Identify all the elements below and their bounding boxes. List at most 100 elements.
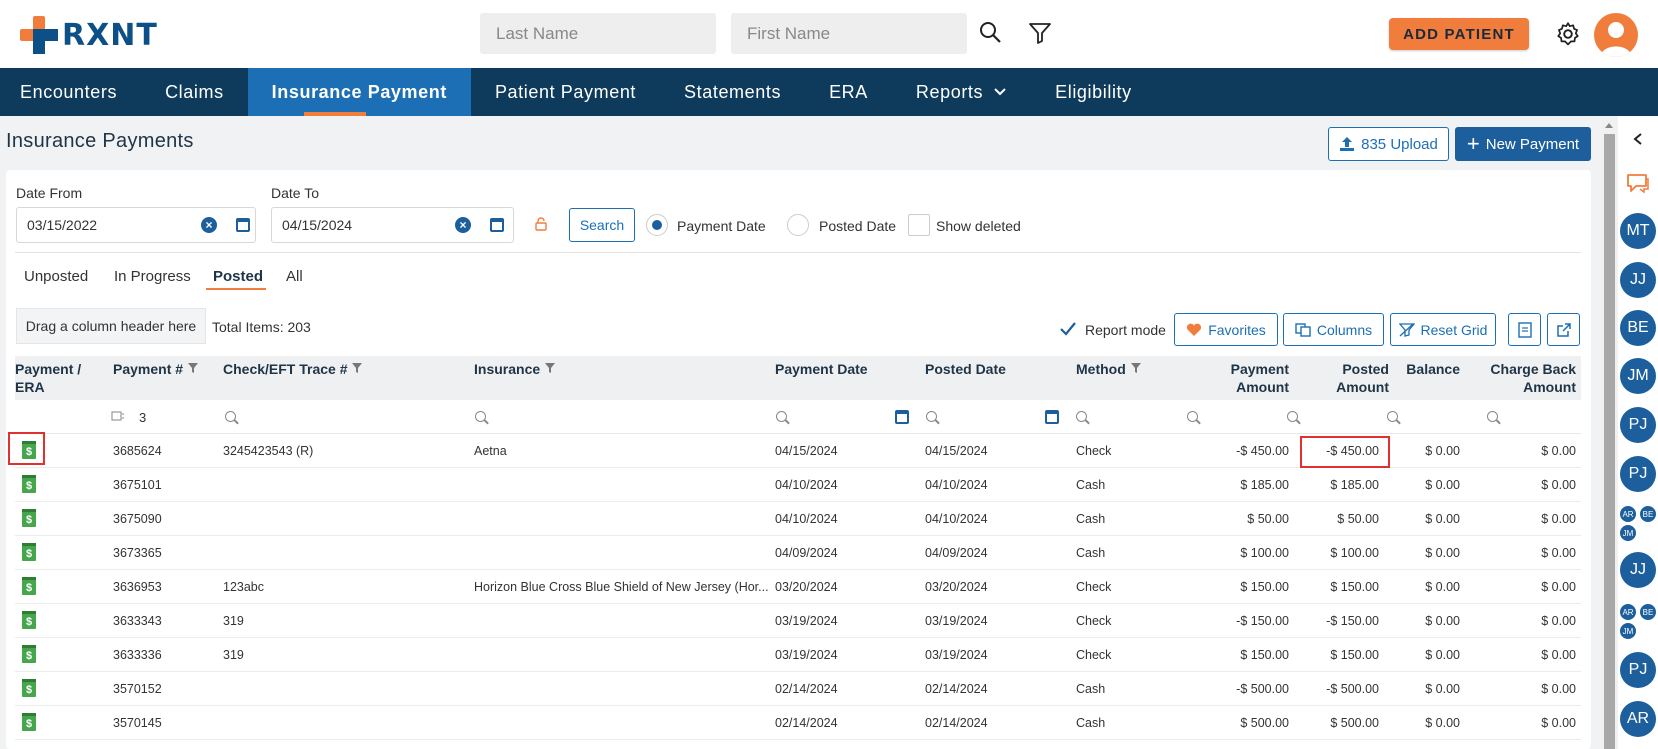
- payment-date-radio[interactable]: [646, 214, 668, 236]
- number-filter-icon[interactable]: [111, 410, 125, 422]
- rxnt-logo[interactable]: RXNT: [20, 16, 158, 54]
- search-button[interactable]: Search: [569, 208, 635, 242]
- table-row[interactable]: $3675101 04/10/2024 04/10/2024 Cash $ 185.00…: [15, 468, 1581, 502]
- date-from-input[interactable]: 03/15/2022: [16, 207, 256, 243]
- posted-date-radio[interactable]: [787, 214, 809, 236]
- group-avatar[interactable]: AR: [1620, 604, 1636, 620]
- payment-no-filter-value[interactable]: 3: [139, 410, 146, 425]
- clear-date-from-icon[interactable]: ×: [201, 217, 217, 233]
- nav-era[interactable]: ERA: [805, 68, 892, 116]
- user-avatar[interactable]: [1594, 13, 1638, 57]
- search-icon[interactable]: [1287, 411, 1298, 422]
- column-filter-icon[interactable]: [187, 362, 199, 374]
- reset-grid-button[interactable]: Reset Grid: [1390, 313, 1496, 346]
- scroll-up-arrow[interactable]: [1605, 123, 1613, 128]
- search-icon[interactable]: [978, 20, 1004, 46]
- nav-patient-payment[interactable]: Patient Payment: [471, 68, 660, 116]
- col-balance[interactable]: Balance: [1406, 360, 1460, 378]
- tab-in-progress[interactable]: In Progress: [114, 268, 191, 285]
- search-icon[interactable]: [1487, 411, 1498, 422]
- calendar-icon[interactable]: [236, 218, 250, 232]
- export-button[interactable]: [1547, 313, 1580, 346]
- nav-claims[interactable]: Claims: [141, 68, 248, 116]
- payment-document-icon[interactable]: $: [22, 509, 36, 527]
- contact-avatar[interactable]: PJ: [1620, 456, 1656, 492]
- group-avatar[interactable]: AR: [1620, 506, 1636, 522]
- nav-eligibility[interactable]: Eligibility: [1031, 68, 1156, 116]
- search-icon[interactable]: [1187, 411, 1198, 422]
- last-name-input[interactable]: [480, 13, 716, 54]
- col-chargeback[interactable]: Charge Back Amount: [1490, 360, 1576, 396]
- calendar-icon[interactable]: [1045, 410, 1059, 424]
- col-posted-amount[interactable]: Posted Amount: [1336, 360, 1389, 396]
- col-payment-amount[interactable]: Payment Amount: [1231, 360, 1289, 396]
- report-mode-check-icon[interactable]: [1059, 321, 1077, 337]
- col-payment-date[interactable]: Payment Date: [775, 360, 868, 378]
- scrollbar-thumb[interactable]: [1604, 134, 1615, 749]
- tab-all[interactable]: All: [286, 268, 303, 285]
- group-avatar[interactable]: JM: [1620, 525, 1636, 541]
- payment-document-icon[interactable]: $: [22, 543, 36, 561]
- upload-835-button[interactable]: 835 Upload: [1328, 127, 1449, 161]
- table-row[interactable]: $3636953 123abc Horizon Blue Cross Blue Sh…: [15, 570, 1581, 604]
- table-row[interactable]: $3570152 02/14/2024 02/14/2024 Cash -$ 500.0…: [15, 672, 1581, 706]
- column-filter-icon[interactable]: [351, 362, 363, 374]
- add-patient-button[interactable]: ADD PATIENT: [1389, 18, 1529, 50]
- export-pdf-button[interactable]: [1508, 313, 1541, 346]
- group-avatar[interactable]: JM: [1620, 623, 1636, 639]
- columns-button[interactable]: Columns: [1283, 313, 1384, 346]
- table-row[interactable]: $3633343 319 03/19/2024 03/19/2024 Check -$ 1…: [15, 604, 1581, 638]
- vertical-scrollbar[interactable]: [1601, 120, 1618, 749]
- table-row[interactable]: $3570145 02/14/2024 02/14/2024 Cash $ 500.00…: [15, 706, 1581, 740]
- nav-reports[interactable]: Reports: [892, 68, 1031, 116]
- chevron-left-icon[interactable]: [1632, 132, 1644, 146]
- search-icon[interactable]: [225, 411, 236, 422]
- search-icon[interactable]: [926, 411, 937, 422]
- contact-avatar[interactable]: MT: [1620, 213, 1656, 249]
- first-name-input[interactable]: [731, 13, 967, 54]
- show-deleted-checkbox[interactable]: [908, 214, 930, 236]
- tab-posted[interactable]: Posted: [213, 268, 263, 285]
- nav-insurance-payment[interactable]: Insurance Payment: [247, 68, 471, 116]
- payment-document-icon[interactable]: $: [22, 611, 36, 629]
- col-posted-date[interactable]: Posted Date: [925, 360, 1006, 378]
- filter-icon[interactable]: [1027, 20, 1053, 46]
- chat-icon[interactable]: [1626, 172, 1650, 194]
- payment-document-icon[interactable]: $: [22, 577, 36, 595]
- group-avatar[interactable]: BE: [1640, 506, 1656, 522]
- contact-avatar[interactable]: AR: [1620, 701, 1656, 737]
- payment-document-icon[interactable]: $: [22, 679, 36, 697]
- table-row[interactable]: $3675090 04/10/2024 04/10/2024 Cash $ 50.00 $…: [15, 502, 1581, 536]
- contact-avatar[interactable]: PJ: [1620, 652, 1656, 688]
- search-icon[interactable]: [776, 411, 787, 422]
- col-payment-era[interactable]: Payment / ERA: [15, 360, 81, 396]
- group-drop-zone[interactable]: Drag a column header here: [16, 308, 206, 344]
- payment-document-icon[interactable]: $: [22, 645, 36, 663]
- nav-encounters[interactable]: Encounters: [0, 68, 141, 116]
- tab-unposted[interactable]: Unposted: [24, 268, 88, 285]
- contact-avatar[interactable]: BE: [1620, 310, 1656, 346]
- column-filter-icon[interactable]: [1130, 362, 1142, 374]
- payment-document-icon[interactable]: $: [22, 475, 36, 493]
- search-icon[interactable]: [475, 411, 486, 422]
- unlock-icon[interactable]: [535, 217, 547, 231]
- contact-avatar[interactable]: PJ: [1620, 407, 1656, 443]
- column-filter-icon[interactable]: [544, 362, 556, 374]
- search-icon[interactable]: [1387, 411, 1398, 422]
- gear-icon[interactable]: [1555, 21, 1581, 47]
- contact-avatar[interactable]: JJ: [1620, 262, 1656, 298]
- date-to-input[interactable]: 04/15/2024: [271, 207, 514, 243]
- group-avatar[interactable]: BE: [1640, 604, 1656, 620]
- payment-document-icon[interactable]: $: [22, 713, 36, 731]
- calendar-icon[interactable]: [490, 218, 504, 232]
- col-method[interactable]: Method: [1076, 360, 1142, 378]
- contact-avatar[interactable]: JM: [1620, 358, 1656, 394]
- favorites-button[interactable]: Favorites: [1174, 313, 1278, 346]
- col-payment-no[interactable]: Payment #: [113, 360, 199, 378]
- col-insurance[interactable]: Insurance: [474, 360, 556, 378]
- table-row[interactable]: $3673365 04/09/2024 04/09/2024 Cash $ 100.00…: [15, 536, 1581, 570]
- col-check-trace[interactable]: Check/EFT Trace #: [223, 360, 363, 378]
- clear-date-to-icon[interactable]: ×: [455, 217, 471, 233]
- nav-statements[interactable]: Statements: [660, 68, 805, 116]
- table-row[interactable]: $3633336 319 03/19/2024 03/19/2024 Check $ 15…: [15, 638, 1581, 672]
